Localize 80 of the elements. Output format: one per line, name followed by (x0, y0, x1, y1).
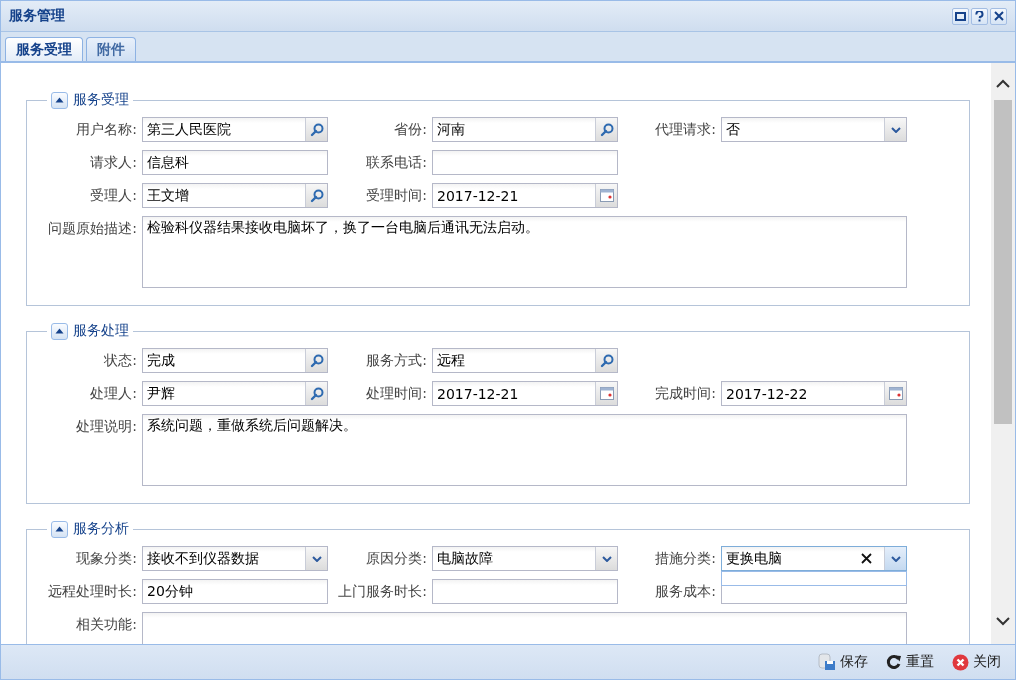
close-icon (993, 11, 1004, 21)
calendar-icon[interactable] (888, 387, 903, 400)
collapse-button[interactable] (51, 91, 68, 109)
disk-icon (818, 653, 836, 671)
field-label: 上门服务时长: (337, 582, 427, 601)
clear-icon[interactable] (861, 553, 872, 564)
search-icon[interactable] (309, 188, 324, 203)
field-label: 服务成本: (654, 582, 716, 601)
triangle-icon (55, 328, 64, 334)
field-label: 处理人: (89, 384, 137, 403)
refresh-icon (886, 654, 902, 670)
search-icon[interactable] (599, 122, 614, 137)
text-area[interactable]: 检验科仪器结果接收电脑坏了，换了一台电脑后通讯无法启动。 (142, 216, 907, 288)
search-icon[interactable] (309, 353, 324, 368)
caret-icon[interactable] (311, 555, 322, 562)
collapse-button[interactable] (51, 322, 68, 340)
scrollbar-thumb[interactable] (994, 100, 1012, 424)
toolbar-button[interactable]: 重置 (884, 651, 936, 673)
tab[interactable]: 服务受理 (5, 37, 83, 61)
maximize-button[interactable] (952, 7, 969, 25)
close-button[interactable] (990, 7, 1007, 25)
date-field[interactable]: 2017-12-22 (721, 381, 907, 406)
caret-icon[interactable] (890, 126, 901, 133)
field-label: 问题原始描述: (47, 219, 137, 238)
input-field[interactable]: 远程 (432, 348, 618, 373)
field-label: 请求人: (89, 153, 137, 172)
toolbar-button[interactable]: 保存 (816, 651, 870, 673)
dropdown-field[interactable]: 接收不到仪器数据 (142, 546, 328, 571)
search-icon[interactable] (309, 386, 324, 401)
field-label: 相关功能: (75, 615, 137, 634)
input-field[interactable] (432, 579, 618, 604)
input-field[interactable]: 尹辉 (142, 381, 328, 406)
field-label: 原因分类: (365, 549, 427, 568)
date-field[interactable]: 2017-12-21 (432, 381, 618, 406)
input-field[interactable]: 河南 (432, 117, 618, 142)
input-field[interactable]: 信息科 (142, 150, 328, 175)
calendar-icon[interactable] (599, 189, 614, 202)
field-label: 受理人: (89, 186, 137, 205)
field-label: 代理请求: (654, 120, 716, 139)
input-field[interactable]: 第三人民医院 (142, 117, 328, 142)
scroll-up-icon[interactable] (996, 79, 1010, 88)
section-title: 服务受理 (73, 91, 129, 109)
field-label: 状态: (103, 351, 137, 370)
field-label: 受理时间: (365, 186, 427, 205)
field-label: 省份: (393, 120, 427, 139)
field-label: 处理时间: (365, 384, 427, 403)
field-label: 服务方式: (365, 351, 427, 370)
search-icon[interactable] (599, 353, 614, 368)
text-area[interactable]: 系统问题，重做系统后问题解决。 (142, 414, 907, 486)
input-field[interactable]: 20分钟 (142, 579, 328, 604)
field-label: 处理说明: (75, 417, 137, 436)
search-icon[interactable] (309, 122, 324, 137)
maximize-icon (955, 11, 966, 21)
field-label: 完成时间: (654, 384, 716, 403)
caret-icon[interactable] (890, 555, 901, 562)
input-field[interactable] (432, 150, 618, 175)
input-field[interactable]: 王文增 (142, 183, 328, 208)
caret-icon[interactable] (601, 555, 612, 562)
date-field[interactable]: 2017-12-21 (432, 183, 618, 208)
field-label: 用户名称: (75, 120, 137, 139)
help-button[interactable] (971, 7, 988, 25)
window-title: 服务管理 (9, 7, 66, 25)
section-title: 服务分析 (73, 520, 129, 538)
dropdown-field[interactable]: 否 (721, 117, 907, 142)
scroll-down-icon[interactable] (996, 617, 1010, 626)
dropdown-field[interactable]: 电脑故障 (432, 546, 618, 571)
triangle-icon (55, 97, 64, 103)
toolbar-button[interactable]: 关闭 (950, 651, 1003, 673)
field-label: 联系电话: (365, 153, 427, 172)
field-label: 远程处理时长: (47, 582, 137, 601)
tab[interactable]: 附件 (86, 37, 136, 61)
collapse-button[interactable] (51, 520, 68, 538)
field-label: 现象分类: (75, 549, 137, 568)
help-icon (975, 10, 984, 22)
close-icon (952, 653, 969, 671)
field-label: 措施分类: (654, 549, 716, 568)
triangle-icon (55, 526, 64, 532)
section-title: 服务处理 (73, 322, 129, 340)
input-field[interactable]: 完成 (142, 348, 328, 373)
calendar-icon[interactable] (599, 387, 614, 400)
